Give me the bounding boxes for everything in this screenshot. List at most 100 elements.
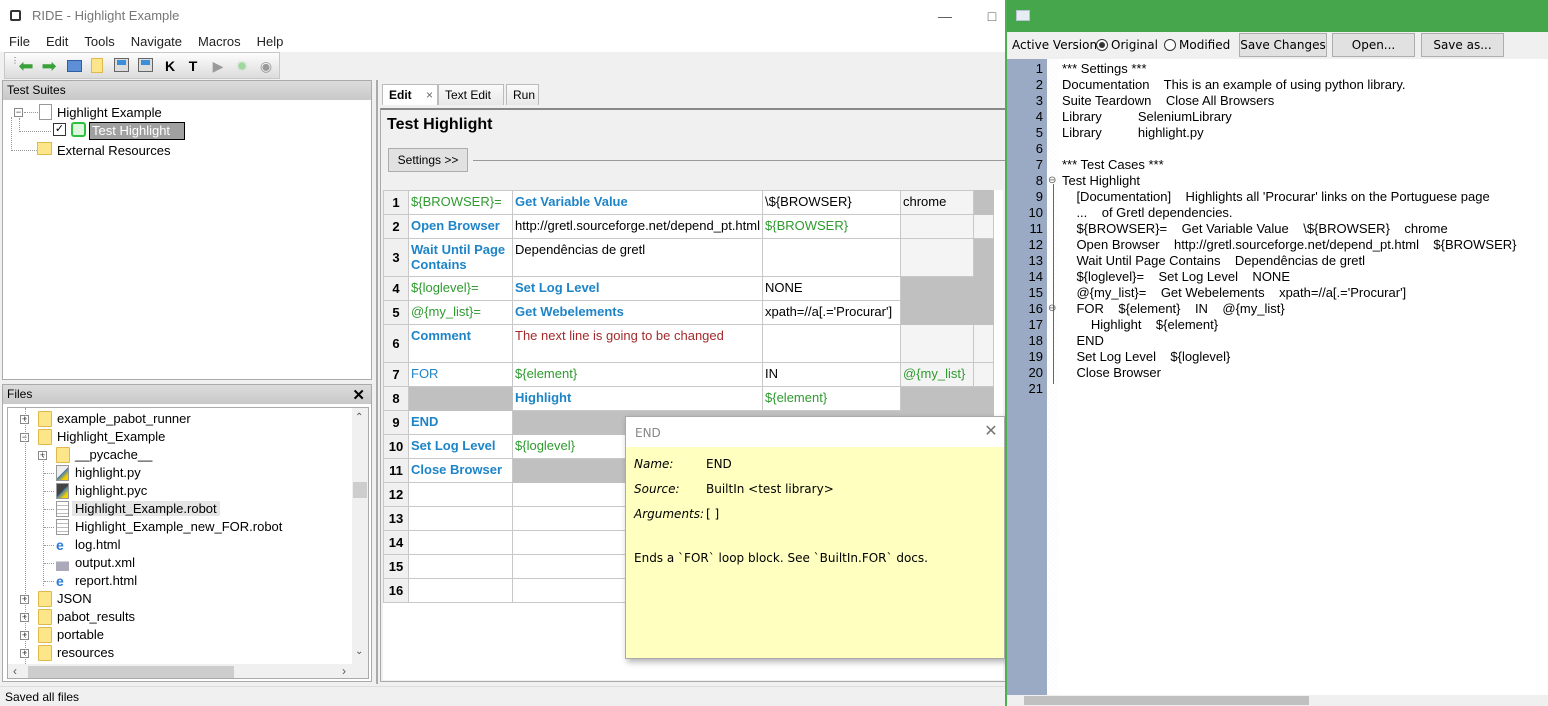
scroll-thumb[interactable] <box>1024 696 1309 705</box>
grid-cell[interactable] <box>900 300 974 325</box>
row-number[interactable]: 6 <box>383 324 409 363</box>
row-number[interactable]: 14 <box>383 530 409 555</box>
file-tree-item[interactable]: highlight.pyc <box>8 482 348 500</box>
open-suite-icon[interactable] <box>67 58 83 74</box>
grid-cell[interactable]: @{my_list}= <box>408 300 513 325</box>
tab-edit[interactable]: Edit × <box>382 84 438 105</box>
grid-cell[interactable] <box>900 386 974 411</box>
grid-cell[interactable] <box>900 324 974 363</box>
test-checkbox[interactable]: ✓ <box>53 123 66 136</box>
search-keywords-icon[interactable]: K <box>162 58 178 74</box>
scroll-up-icon[interactable]: ⌃ <box>355 412 363 423</box>
grid-cell[interactable]: IN <box>762 362 901 387</box>
open-directory-icon[interactable] <box>91 58 107 74</box>
grid-cell[interactable]: Set Log Level <box>512 276 763 301</box>
grid-cell[interactable]: ${element} <box>762 386 901 411</box>
radio-original-label[interactable]: Original <box>1111 38 1158 52</box>
grid-cell[interactable]: @{my_list} <box>900 362 974 387</box>
grid-cell[interactable]: The next line is going to be changed <box>512 324 763 363</box>
grid-cell[interactable] <box>408 506 513 531</box>
row-number[interactable]: 3 <box>383 238 409 277</box>
search-tests-icon[interactable]: T <box>185 58 201 74</box>
grid-cell[interactable] <box>973 300 994 325</box>
menu-tools[interactable]: Tools <box>76 32 122 49</box>
tab-run[interactable]: Run <box>506 84 539 105</box>
row-number[interactable]: 8 <box>383 386 409 411</box>
save-all-icon[interactable] <box>138 58 154 74</box>
radio-modified[interactable] <box>1164 39 1176 51</box>
close-popup-icon[interactable]: ✕ <box>982 421 1000 441</box>
grid-cell[interactable] <box>762 324 901 363</box>
grid-cell[interactable] <box>973 190 994 215</box>
file-tree-item[interactable]: e log.html <box>8 536 348 554</box>
code-editor[interactable]: 1 *** Settings *** 2 Documentation This is … <box>1007 60 1548 690</box>
tree-suite-highlight-example[interactable]: Highlight Example <box>57 105 162 120</box>
horizontal-scrollbar[interactable]: ‹ › <box>8 664 368 678</box>
grid-cell[interactable]: Comment <box>408 324 513 363</box>
radio-original[interactable] <box>1096 39 1108 51</box>
row-number[interactable]: 9 <box>383 410 409 435</box>
grid-cell[interactable]: Get Variable Value <box>512 190 763 215</box>
horizontal-scrollbar[interactable] <box>1007 695 1548 706</box>
grid-cell[interactable]: Wait Until Page Contains <box>408 238 513 277</box>
row-number[interactable]: 16 <box>383 578 409 603</box>
open-button[interactable]: Open... <box>1332 33 1415 57</box>
scroll-left-icon[interactable]: ‹ <box>13 664 17 678</box>
file-tree-item[interactable]: + pabot_results <box>8 608 348 626</box>
debug-icon[interactable]: ✹ <box>234 58 250 74</box>
back-arrow-icon[interactable]: ⬅ <box>18 57 34 75</box>
scroll-thumb-horizontal[interactable] <box>28 666 234 678</box>
grid-cell[interactable]: ${element} <box>512 362 763 387</box>
row-number[interactable]: 5 <box>383 300 409 325</box>
grid-cell[interactable]: http://gretl.sourceforge.net/depend_pt.h… <box>512 214 763 239</box>
scroll-down-icon[interactable]: ⌄ <box>355 646 363 657</box>
file-tree-item[interactable]: Highlight_Example_new_FOR.robot <box>8 518 348 536</box>
grid-cell[interactable]: Dependências de gretl <box>512 238 763 277</box>
grid-cell[interactable] <box>408 482 513 507</box>
radio-modified-label[interactable]: Modified <box>1179 38 1230 52</box>
grid-cell[interactable]: Close Browser <box>408 458 513 483</box>
grid-cell[interactable] <box>900 276 974 301</box>
grid-cell[interactable]: Set Log Level <box>408 434 513 459</box>
tree-external-resources[interactable]: External Resources <box>57 143 170 158</box>
grid-cell[interactable]: Get Webelements <box>512 300 763 325</box>
scroll-thumb[interactable] <box>353 482 367 498</box>
grid-cell[interactable] <box>973 386 994 411</box>
file-tree-item[interactable]: + JSON <box>8 590 348 608</box>
grid-cell[interactable] <box>408 554 513 579</box>
grid-cell[interactable] <box>973 276 994 301</box>
row-number[interactable]: 4 <box>383 276 409 301</box>
grid-cell[interactable] <box>900 214 974 239</box>
settings-toggle-button[interactable]: Settings >> <box>388 148 468 172</box>
grid-cell[interactable] <box>408 386 513 411</box>
row-number[interactable]: 11 <box>383 458 409 483</box>
grid-cell[interactable] <box>762 238 901 277</box>
grid-cell[interactable] <box>900 238 974 277</box>
tree-test-highlight[interactable]: Test Highlight <box>89 122 186 140</box>
menu-navigate[interactable]: Navigate <box>123 32 190 49</box>
menu-help[interactable]: Help <box>249 32 292 49</box>
forward-arrow-icon[interactable]: ➡ <box>41 57 57 75</box>
close-tab-icon[interactable]: × <box>426 88 433 102</box>
file-tree-item[interactable]: e report.html <box>8 572 348 590</box>
menu-macros[interactable]: Macros <box>190 32 249 49</box>
close-files-panel-icon[interactable]: ✕ <box>352 386 365 404</box>
grid-cell[interactable]: FOR <box>408 362 513 387</box>
grid-cell[interactable]: chrome <box>900 190 974 215</box>
grid-cell[interactable]: Highlight <box>512 386 763 411</box>
file-tree-item[interactable]: + __pycache__ <box>8 446 348 464</box>
row-number[interactable]: 10 <box>383 434 409 459</box>
save-changes-button[interactable]: Save Changes <box>1239 33 1327 57</box>
file-tree-item[interactable]: Highlight_Example.robot <box>8 500 348 518</box>
tab-text-edit[interactable]: Text Edit <box>438 84 504 105</box>
row-number[interactable]: 2 <box>383 214 409 239</box>
grid-cell[interactable] <box>973 324 994 363</box>
file-tree-item[interactable]: + example_pabot_runner <box>8 410 348 428</box>
file-tree-item[interactable]: + resources <box>8 644 348 662</box>
grid-cell[interactable]: NONE <box>762 276 901 301</box>
menu-file[interactable]: File <box>0 32 38 49</box>
grid-cell[interactable] <box>973 362 994 387</box>
row-number[interactable]: 12 <box>383 482 409 507</box>
file-tree-item[interactable]: highlight.py <box>8 464 348 482</box>
file-tree-item[interactable]: output.xml <box>8 554 348 572</box>
